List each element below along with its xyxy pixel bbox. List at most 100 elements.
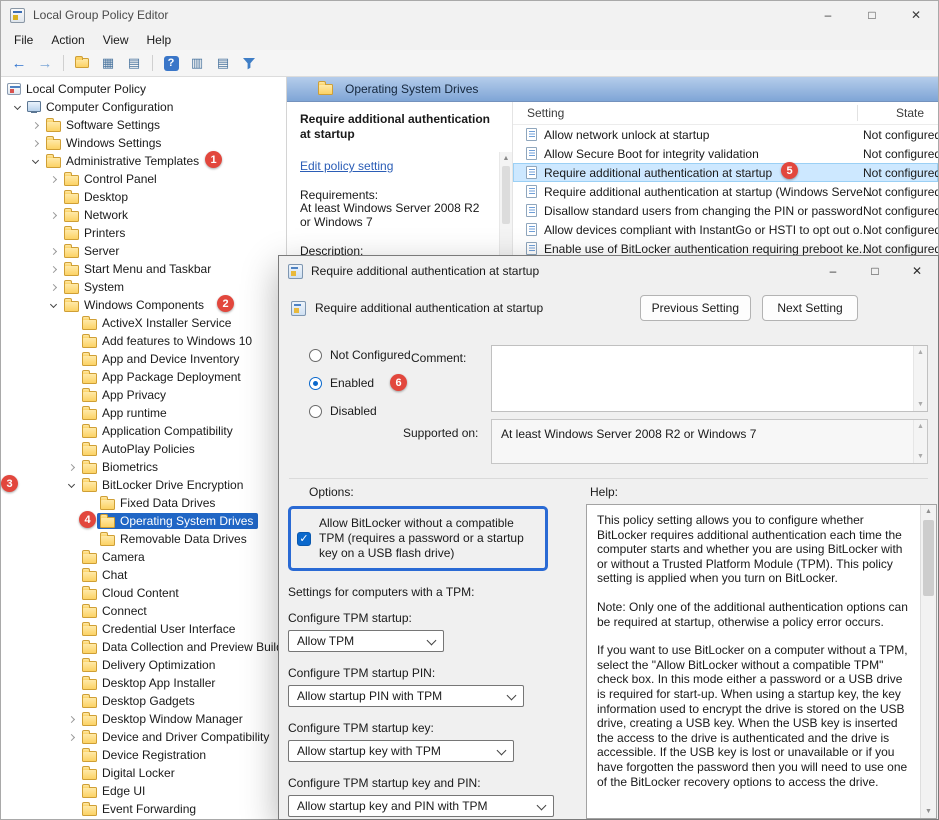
tree-item-delivery-optimization[interactable]: Delivery Optimization: [1, 656, 286, 674]
tree-item-system[interactable]: System: [1, 278, 286, 296]
dropdown-configure-tpm-startup-pin[interactable]: Allow startup PIN with TPM: [288, 685, 524, 707]
tree-item-removable-data-drives[interactable]: Removable Data Drives: [1, 530, 286, 548]
comment-scrollbar[interactable]: ▲ ▼: [913, 346, 927, 411]
tree-item-add-features-to-windows-10[interactable]: Add features to Windows 10: [1, 332, 286, 350]
settings-row-allow-devices-compliant-with-instantgo-o[interactable]: Allow devices compliant with InstantGo o…: [513, 220, 938, 239]
menu-view[interactable]: View: [94, 31, 138, 49]
tree-item-digital-locker[interactable]: Digital Locker: [1, 764, 286, 782]
dropdown-configure-tpm-startup-key[interactable]: Allow startup key with TPM: [288, 740, 514, 762]
radio-icon[interactable]: [309, 377, 322, 390]
tree-item-software-settings[interactable]: Software Settings: [1, 116, 286, 134]
tree-item-autoplay-policies[interactable]: AutoPlay Policies: [1, 440, 286, 458]
dropdown-configure-tpm-startup[interactable]: Allow TPM: [288, 630, 444, 652]
tree-item-credential-user-interface[interactable]: Credential User Interface: [1, 620, 286, 638]
forward-button[interactable]: →: [33, 52, 57, 74]
supported-scrollbar[interactable]: ▲ ▼: [913, 420, 927, 463]
chevron-closed-icon[interactable]: [27, 141, 43, 146]
tree-item-fixed-data-drives[interactable]: Fixed Data Drives: [1, 494, 286, 512]
tree-item-desktop-gadgets[interactable]: Desktop Gadgets: [1, 692, 286, 710]
tree-item-activex-installer-service[interactable]: ActiveX Installer Service: [1, 314, 286, 332]
tree-item-camera[interactable]: Camera: [1, 548, 286, 566]
up-one-level-button[interactable]: [70, 52, 94, 74]
tree-item-network[interactable]: Network: [1, 206, 286, 224]
show-action-pane-button[interactable]: ▥: [185, 52, 209, 74]
column-header-state[interactable]: State: [896, 106, 924, 120]
tree-item-connect[interactable]: Connect: [1, 602, 286, 620]
maximize-button[interactable]: □: [850, 1, 894, 29]
tree-item-local-computer-policy[interactable]: Local Computer Policy: [1, 80, 286, 98]
tree-item-app-package-deployment[interactable]: App Package Deployment: [1, 368, 286, 386]
chevron-closed-icon[interactable]: [27, 123, 43, 128]
dialog-minimize-button[interactable]: –: [812, 256, 854, 286]
chevron-closed-icon[interactable]: [45, 285, 61, 290]
comment-input[interactable]: ▲ ▼: [491, 345, 928, 412]
radio-option-not-configured[interactable]: Not Configured: [309, 344, 411, 366]
tree-item-biometrics[interactable]: Biometrics: [1, 458, 286, 476]
filter-button[interactable]: [237, 52, 261, 74]
tree-item-application-compatibility[interactable]: Application Compatibility: [1, 422, 286, 440]
help-button[interactable]: ?: [159, 52, 183, 74]
settings-row-require-additional-authentication-at-sta[interactable]: Require additional authentication at sta…: [513, 163, 938, 182]
menu-help[interactable]: Help: [138, 31, 181, 49]
tree-item-control-panel[interactable]: Control Panel: [1, 170, 286, 188]
dropdown-configure-tpm-startup-key-and-pin[interactable]: Allow startup key and PIN with TPM: [288, 795, 554, 817]
scrollbar-thumb[interactable]: [502, 166, 510, 224]
chevron-open-icon[interactable]: [45, 304, 61, 307]
tpm-checkbox[interactable]: ✓: [297, 532, 311, 546]
column-header-setting[interactable]: Setting: [513, 106, 564, 120]
tree-item-cloud-content[interactable]: Cloud Content: [1, 584, 286, 602]
settings-row-allow-network-unlock-at-startup[interactable]: Allow network unlock at startupNot confi…: [513, 125, 938, 144]
chevron-closed-icon[interactable]: [45, 267, 61, 272]
tree-item-computer-configuration[interactable]: Computer Configuration: [1, 98, 286, 116]
tree-item-operating-system-drives[interactable]: Operating System Drives: [1, 512, 286, 530]
radio-icon[interactable]: [309, 349, 322, 362]
show-console-tree-button[interactable]: ▦: [96, 52, 120, 74]
previous-setting-button[interactable]: Previous Setting: [640, 295, 751, 321]
tree-item-windows-components[interactable]: Windows Components: [1, 296, 286, 314]
radio-option-disabled[interactable]: Disabled: [309, 400, 411, 422]
dialog-close-button[interactable]: ✕: [896, 256, 938, 286]
tree-item-printers[interactable]: Printers: [1, 224, 286, 242]
export-list-button[interactable]: ▤: [122, 52, 146, 74]
chevron-closed-icon[interactable]: [63, 717, 79, 722]
tree-item-device-registration[interactable]: Device Registration: [1, 746, 286, 764]
chevron-closed-icon[interactable]: [63, 735, 79, 740]
chevron-closed-icon[interactable]: [45, 213, 61, 218]
chevron-closed-icon[interactable]: [45, 177, 61, 182]
chevron-closed-icon[interactable]: [45, 249, 61, 254]
tree-item-device-and-driver-compatibility[interactable]: Device and Driver Compatibility: [1, 728, 286, 746]
tree-item-server[interactable]: Server: [1, 242, 286, 260]
settings-row-allow-secure-boot-for-integrity-validati[interactable]: Allow Secure Boot for integrity validati…: [513, 144, 938, 163]
tree-item-app-privacy[interactable]: App Privacy: [1, 386, 286, 404]
column-divider[interactable]: [857, 105, 858, 121]
menu-file[interactable]: File: [5, 31, 42, 49]
tree-item-data-collection-and-preview-builds[interactable]: Data Collection and Preview Builds: [1, 638, 286, 656]
chevron-open-icon[interactable]: [63, 484, 79, 487]
tree-item-bitlocker-drive-encryption[interactable]: BitLocker Drive Encryption: [1, 476, 286, 494]
tree-item-desktop-window-manager[interactable]: Desktop Window Manager: [1, 710, 286, 728]
tree-item-app-runtime[interactable]: App runtime: [1, 404, 286, 422]
edit-policy-setting-link[interactable]: Edit policy setting: [300, 159, 393, 173]
tree-item-windows-settings[interactable]: Windows Settings: [1, 134, 286, 152]
tree-item-administrative-templates[interactable]: Administrative Templates: [1, 152, 286, 170]
minimize-button[interactable]: –: [806, 1, 850, 29]
next-setting-button[interactable]: Next Setting: [762, 295, 858, 321]
chevron-open-icon[interactable]: [9, 106, 25, 109]
radio-icon[interactable]: [309, 405, 322, 418]
chevron-closed-icon[interactable]: [63, 465, 79, 470]
tree-item-desktop[interactable]: Desktop: [1, 188, 286, 206]
chevron-open-icon[interactable]: [27, 160, 43, 163]
tree-item-event-forwarding[interactable]: Event Forwarding: [1, 800, 286, 818]
menu-action[interactable]: Action: [42, 31, 93, 49]
tree-item-start-menu-and-taskbar[interactable]: Start Menu and Taskbar: [1, 260, 286, 278]
help-scrollbar[interactable]: ▲ ▼: [920, 505, 936, 818]
dialog-maximize-button[interactable]: □: [854, 256, 896, 286]
tree-item-desktop-app-installer[interactable]: Desktop App Installer: [1, 674, 286, 692]
tree-item-chat[interactable]: Chat: [1, 566, 286, 584]
extended-view-button[interactable]: ▤: [211, 52, 235, 74]
settings-row-require-additional-authentication-at-sta[interactable]: Require additional authentication at sta…: [513, 182, 938, 201]
tree-item-edge-ui[interactable]: Edge UI: [1, 782, 286, 800]
tree-item-app-and-device-inventory[interactable]: App and Device Inventory: [1, 350, 286, 368]
scrollbar-thumb[interactable]: [923, 520, 934, 596]
settings-row-disallow-standard-users-from-changing-th[interactable]: Disallow standard users from changing th…: [513, 201, 938, 220]
